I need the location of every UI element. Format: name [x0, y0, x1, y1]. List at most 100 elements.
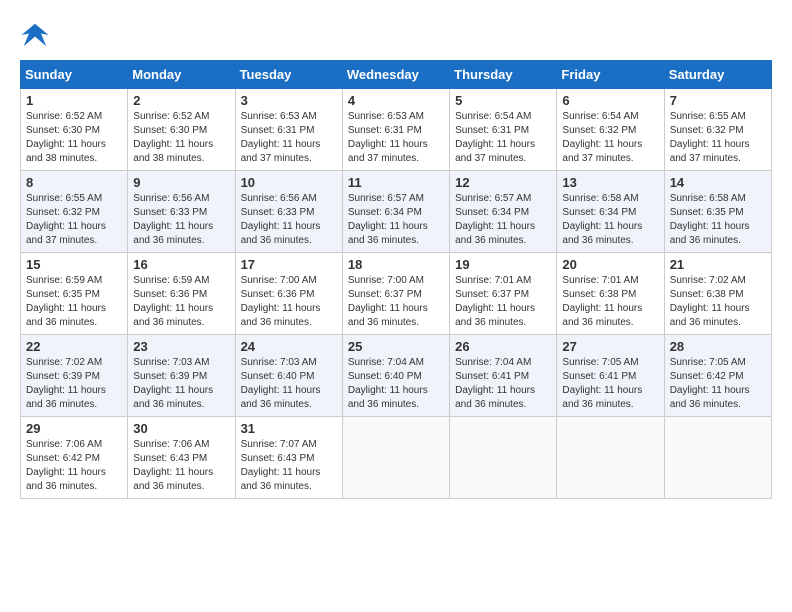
calendar-cell: 27 Sunrise: 7:05 AM Sunset: 6:41 PM Dayl…	[557, 335, 664, 417]
day-info: Sunrise: 6:56 AM Sunset: 6:33 PM Dayligh…	[133, 192, 229, 248]
calendar-cell: 25 Sunrise: 7:04 AM Sunset: 6:40 PM Dayl…	[342, 335, 449, 417]
weekday-header-monday: Monday	[128, 61, 235, 89]
calendar-cell: 22 Sunrise: 7:02 AM Sunset: 6:39 PM Dayl…	[21, 335, 128, 417]
calendar-cell: 28 Sunrise: 7:05 AM Sunset: 6:42 PM Dayl…	[664, 335, 771, 417]
calendar-cell: 20 Sunrise: 7:01 AM Sunset: 6:38 PM Dayl…	[557, 253, 664, 335]
calendar-cell: 14 Sunrise: 6:58 AM Sunset: 6:35 PM Dayl…	[664, 171, 771, 253]
day-number: 27	[562, 339, 658, 354]
day-number: 16	[133, 257, 229, 272]
day-info: Sunrise: 7:01 AM Sunset: 6:38 PM Dayligh…	[562, 274, 658, 330]
day-number: 29	[26, 421, 122, 436]
day-number: 17	[241, 257, 337, 272]
calendar-cell: 13 Sunrise: 6:58 AM Sunset: 6:34 PM Dayl…	[557, 171, 664, 253]
calendar-cell: 24 Sunrise: 7:03 AM Sunset: 6:40 PM Dayl…	[235, 335, 342, 417]
day-number: 19	[455, 257, 551, 272]
calendar-cell: 11 Sunrise: 6:57 AM Sunset: 6:34 PM Dayl…	[342, 171, 449, 253]
day-info: Sunrise: 7:01 AM Sunset: 6:37 PM Dayligh…	[455, 274, 551, 330]
day-info: Sunrise: 6:58 AM Sunset: 6:34 PM Dayligh…	[562, 192, 658, 248]
day-number: 31	[241, 421, 337, 436]
calendar-week-row: 29 Sunrise: 7:06 AM Sunset: 6:42 PM Dayl…	[21, 417, 772, 499]
logo-icon	[20, 20, 50, 50]
day-number: 11	[348, 175, 444, 190]
calendar-table: SundayMondayTuesdayWednesdayThursdayFrid…	[20, 60, 772, 499]
day-number: 30	[133, 421, 229, 436]
calendar-cell	[664, 417, 771, 499]
day-info: Sunrise: 7:03 AM Sunset: 6:39 PM Dayligh…	[133, 356, 229, 412]
calendar-cell: 1 Sunrise: 6:52 AM Sunset: 6:30 PM Dayli…	[21, 89, 128, 171]
day-info: Sunrise: 6:59 AM Sunset: 6:36 PM Dayligh…	[133, 274, 229, 330]
calendar-week-row: 22 Sunrise: 7:02 AM Sunset: 6:39 PM Dayl…	[21, 335, 772, 417]
day-number: 6	[562, 93, 658, 108]
day-number: 20	[562, 257, 658, 272]
day-info: Sunrise: 6:59 AM Sunset: 6:35 PM Dayligh…	[26, 274, 122, 330]
day-number: 25	[348, 339, 444, 354]
calendar-cell: 21 Sunrise: 7:02 AM Sunset: 6:38 PM Dayl…	[664, 253, 771, 335]
day-info: Sunrise: 6:57 AM Sunset: 6:34 PM Dayligh…	[348, 192, 444, 248]
day-info: Sunrise: 7:06 AM Sunset: 6:42 PM Dayligh…	[26, 438, 122, 494]
weekday-header-friday: Friday	[557, 61, 664, 89]
day-info: Sunrise: 7:05 AM Sunset: 6:42 PM Dayligh…	[670, 356, 766, 412]
day-number: 7	[670, 93, 766, 108]
weekday-header-wednesday: Wednesday	[342, 61, 449, 89]
calendar-cell: 3 Sunrise: 6:53 AM Sunset: 6:31 PM Dayli…	[235, 89, 342, 171]
calendar-cell: 30 Sunrise: 7:06 AM Sunset: 6:43 PM Dayl…	[128, 417, 235, 499]
calendar-week-row: 1 Sunrise: 6:52 AM Sunset: 6:30 PM Dayli…	[21, 89, 772, 171]
calendar-cell: 17 Sunrise: 7:00 AM Sunset: 6:36 PM Dayl…	[235, 253, 342, 335]
day-info: Sunrise: 6:52 AM Sunset: 6:30 PM Dayligh…	[133, 110, 229, 166]
day-number: 5	[455, 93, 551, 108]
day-info: Sunrise: 7:03 AM Sunset: 6:40 PM Dayligh…	[241, 356, 337, 412]
calendar-cell: 26 Sunrise: 7:04 AM Sunset: 6:41 PM Dayl…	[450, 335, 557, 417]
day-number: 9	[133, 175, 229, 190]
day-number: 2	[133, 93, 229, 108]
weekday-header-tuesday: Tuesday	[235, 61, 342, 89]
weekday-header-saturday: Saturday	[664, 61, 771, 89]
day-number: 28	[670, 339, 766, 354]
calendar-cell: 2 Sunrise: 6:52 AM Sunset: 6:30 PM Dayli…	[128, 89, 235, 171]
calendar-cell: 4 Sunrise: 6:53 AM Sunset: 6:31 PM Dayli…	[342, 89, 449, 171]
day-info: Sunrise: 7:06 AM Sunset: 6:43 PM Dayligh…	[133, 438, 229, 494]
day-info: Sunrise: 6:57 AM Sunset: 6:34 PM Dayligh…	[455, 192, 551, 248]
day-info: Sunrise: 7:00 AM Sunset: 6:37 PM Dayligh…	[348, 274, 444, 330]
day-info: Sunrise: 6:54 AM Sunset: 6:32 PM Dayligh…	[562, 110, 658, 166]
calendar-cell: 18 Sunrise: 7:00 AM Sunset: 6:37 PM Dayl…	[342, 253, 449, 335]
calendar-cell: 10 Sunrise: 6:56 AM Sunset: 6:33 PM Dayl…	[235, 171, 342, 253]
weekday-header-thursday: Thursday	[450, 61, 557, 89]
logo	[20, 20, 54, 50]
day-number: 23	[133, 339, 229, 354]
calendar-cell	[557, 417, 664, 499]
calendar-cell: 31 Sunrise: 7:07 AM Sunset: 6:43 PM Dayl…	[235, 417, 342, 499]
day-info: Sunrise: 6:55 AM Sunset: 6:32 PM Dayligh…	[670, 110, 766, 166]
day-number: 22	[26, 339, 122, 354]
day-info: Sunrise: 7:04 AM Sunset: 6:40 PM Dayligh…	[348, 356, 444, 412]
day-number: 1	[26, 93, 122, 108]
day-number: 10	[241, 175, 337, 190]
day-number: 8	[26, 175, 122, 190]
calendar-cell	[342, 417, 449, 499]
calendar-header-row: SundayMondayTuesdayWednesdayThursdayFrid…	[21, 61, 772, 89]
day-number: 26	[455, 339, 551, 354]
day-number: 13	[562, 175, 658, 190]
calendar-cell: 19 Sunrise: 7:01 AM Sunset: 6:37 PM Dayl…	[450, 253, 557, 335]
day-info: Sunrise: 7:02 AM Sunset: 6:39 PM Dayligh…	[26, 356, 122, 412]
calendar-cell: 9 Sunrise: 6:56 AM Sunset: 6:33 PM Dayli…	[128, 171, 235, 253]
calendar-cell: 15 Sunrise: 6:59 AM Sunset: 6:35 PM Dayl…	[21, 253, 128, 335]
day-info: Sunrise: 6:56 AM Sunset: 6:33 PM Dayligh…	[241, 192, 337, 248]
day-number: 3	[241, 93, 337, 108]
calendar-cell: 8 Sunrise: 6:55 AM Sunset: 6:32 PM Dayli…	[21, 171, 128, 253]
day-number: 21	[670, 257, 766, 272]
calendar-cell: 5 Sunrise: 6:54 AM Sunset: 6:31 PM Dayli…	[450, 89, 557, 171]
day-info: Sunrise: 6:53 AM Sunset: 6:31 PM Dayligh…	[241, 110, 337, 166]
day-info: Sunrise: 7:02 AM Sunset: 6:38 PM Dayligh…	[670, 274, 766, 330]
day-info: Sunrise: 6:53 AM Sunset: 6:31 PM Dayligh…	[348, 110, 444, 166]
calendar-week-row: 15 Sunrise: 6:59 AM Sunset: 6:35 PM Dayl…	[21, 253, 772, 335]
calendar-cell: 12 Sunrise: 6:57 AM Sunset: 6:34 PM Dayl…	[450, 171, 557, 253]
day-number: 24	[241, 339, 337, 354]
day-info: Sunrise: 6:58 AM Sunset: 6:35 PM Dayligh…	[670, 192, 766, 248]
day-number: 4	[348, 93, 444, 108]
day-info: Sunrise: 6:54 AM Sunset: 6:31 PM Dayligh…	[455, 110, 551, 166]
weekday-header-sunday: Sunday	[21, 61, 128, 89]
calendar-cell: 7 Sunrise: 6:55 AM Sunset: 6:32 PM Dayli…	[664, 89, 771, 171]
day-info: Sunrise: 7:04 AM Sunset: 6:41 PM Dayligh…	[455, 356, 551, 412]
calendar-cell: 6 Sunrise: 6:54 AM Sunset: 6:32 PM Dayli…	[557, 89, 664, 171]
day-info: Sunrise: 7:07 AM Sunset: 6:43 PM Dayligh…	[241, 438, 337, 494]
